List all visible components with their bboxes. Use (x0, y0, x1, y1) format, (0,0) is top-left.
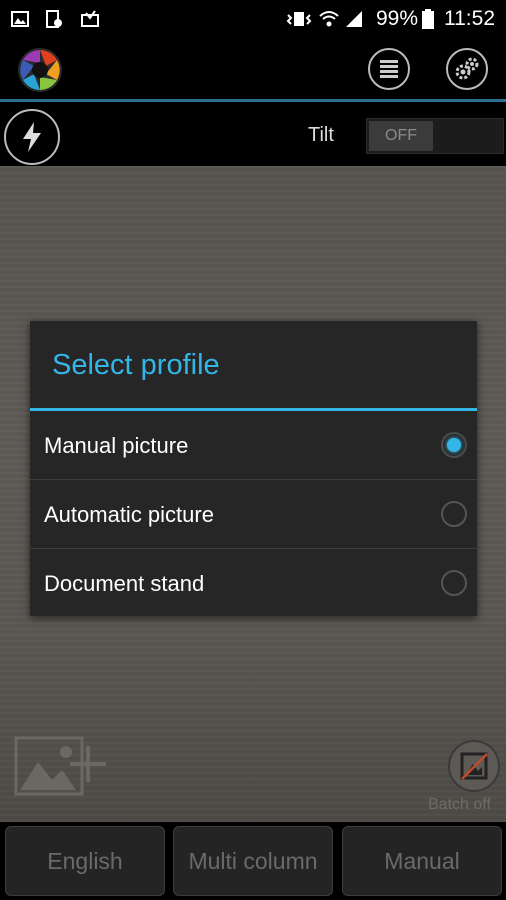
tilt-toggle[interactable]: OFF (366, 118, 504, 154)
language-button[interactable]: English (5, 826, 165, 896)
status-bar: 99% 11:52 (0, 0, 506, 38)
battery-percent: 99% (376, 7, 419, 30)
multi-column-button[interactable]: Multi column (173, 826, 333, 896)
tilt-toggle-state: OFF (369, 121, 433, 151)
signal-icon (346, 11, 362, 27)
list-menu-icon (380, 60, 398, 78)
tilt-label: Tilt (308, 124, 334, 146)
app-bar (0, 38, 506, 100)
inbox-notification-icon (81, 10, 99, 27)
batch-off-icon (460, 752, 488, 780)
image-notification-icon (11, 11, 29, 27)
tool-row: Tilt OFF (0, 102, 506, 166)
list-menu-button[interactable] (368, 48, 410, 90)
battery-icon (422, 9, 434, 29)
manual-mode-button[interactable]: Manual (342, 826, 502, 896)
wifi-icon (319, 11, 339, 27)
settings-button[interactable] (446, 48, 488, 90)
option-label: Automatic picture (44, 502, 214, 527)
option-manual-picture[interactable]: Manual picture (30, 411, 477, 479)
clock: 11:52 (444, 7, 495, 30)
dialog-title: Select profile (52, 349, 220, 381)
option-label: Document stand (44, 571, 205, 596)
option-document-stand[interactable]: Document stand (30, 549, 477, 617)
lightning-icon (23, 122, 41, 152)
radio-button[interactable] (441, 501, 467, 527)
add-image-icon[interactable] (14, 736, 110, 796)
radio-button-checked[interactable] (441, 432, 467, 458)
option-automatic-picture[interactable]: Automatic picture (30, 480, 477, 548)
bottom-bar: English Multi column Manual (0, 822, 506, 900)
vibrate-icon (286, 12, 312, 26)
radio-button[interactable] (441, 570, 467, 596)
aperture-logo-icon[interactable] (16, 46, 64, 94)
batch-button[interactable] (448, 740, 500, 792)
batch-label: Batch off (428, 796, 491, 813)
option-label: Manual picture (44, 433, 189, 458)
select-profile-dialog: Select profile Manual picture Automatic … (30, 321, 477, 616)
settings-gears-icon (455, 57, 479, 80)
screenshot-notification-icon (46, 10, 62, 28)
flash-button[interactable] (4, 109, 60, 165)
